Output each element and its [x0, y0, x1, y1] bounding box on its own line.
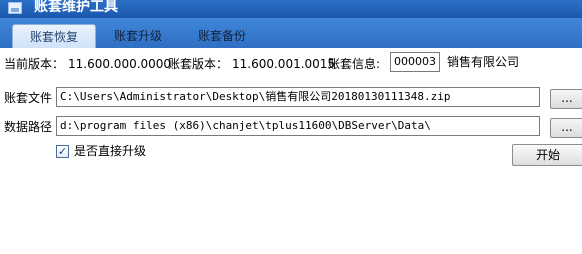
restore-panel: 当前版本： 11.600.000.0000 账套版本： 11.600.001.0… — [0, 48, 582, 254]
account-code-field[interactable]: 000003 — [390, 52, 440, 72]
direct-upgrade-checkbox[interactable]: ✓ — [56, 145, 69, 158]
tab-bar: 账套恢复 账套升级 账套备份 — [0, 18, 582, 48]
data-path-input[interactable]: d:\program files (x86)\chanjet\tplus1160… — [56, 116, 540, 136]
data-path-label: 数据路径 — [4, 120, 53, 134]
account-file-browse-button[interactable]: ... — [550, 89, 582, 109]
company-name-text: 销售有限公司 — [447, 55, 520, 69]
tab-account-restore[interactable]: 账套恢复 — [12, 24, 96, 48]
start-button[interactable]: 开始 — [512, 144, 582, 166]
app-window-icon — [8, 2, 22, 14]
account-version-value: 11.600.001.0015 — [232, 57, 336, 71]
account-version-label: 账套版本： — [168, 57, 229, 71]
account-file-input[interactable]: C:\Users\Administrator\Desktop\销售有限公司201… — [56, 87, 540, 107]
tab-account-backup[interactable]: 账套备份 — [184, 24, 260, 48]
current-version-value: 11.600.000.0000 — [68, 57, 172, 71]
current-version-label: 当前版本： — [4, 57, 65, 71]
account-file-label: 账套文件 — [4, 91, 53, 105]
data-path-browse-button[interactable]: ... — [550, 118, 582, 138]
account-info-label: 账套信息: — [328, 57, 381, 71]
direct-upgrade-label: 是否直接升级 — [74, 144, 147, 158]
tab-account-upgrade[interactable]: 账套升级 — [100, 24, 176, 48]
title-bar: 账套维护工具 — [0, 0, 582, 18]
window-title: 账套维护工具 — [34, 0, 118, 15]
